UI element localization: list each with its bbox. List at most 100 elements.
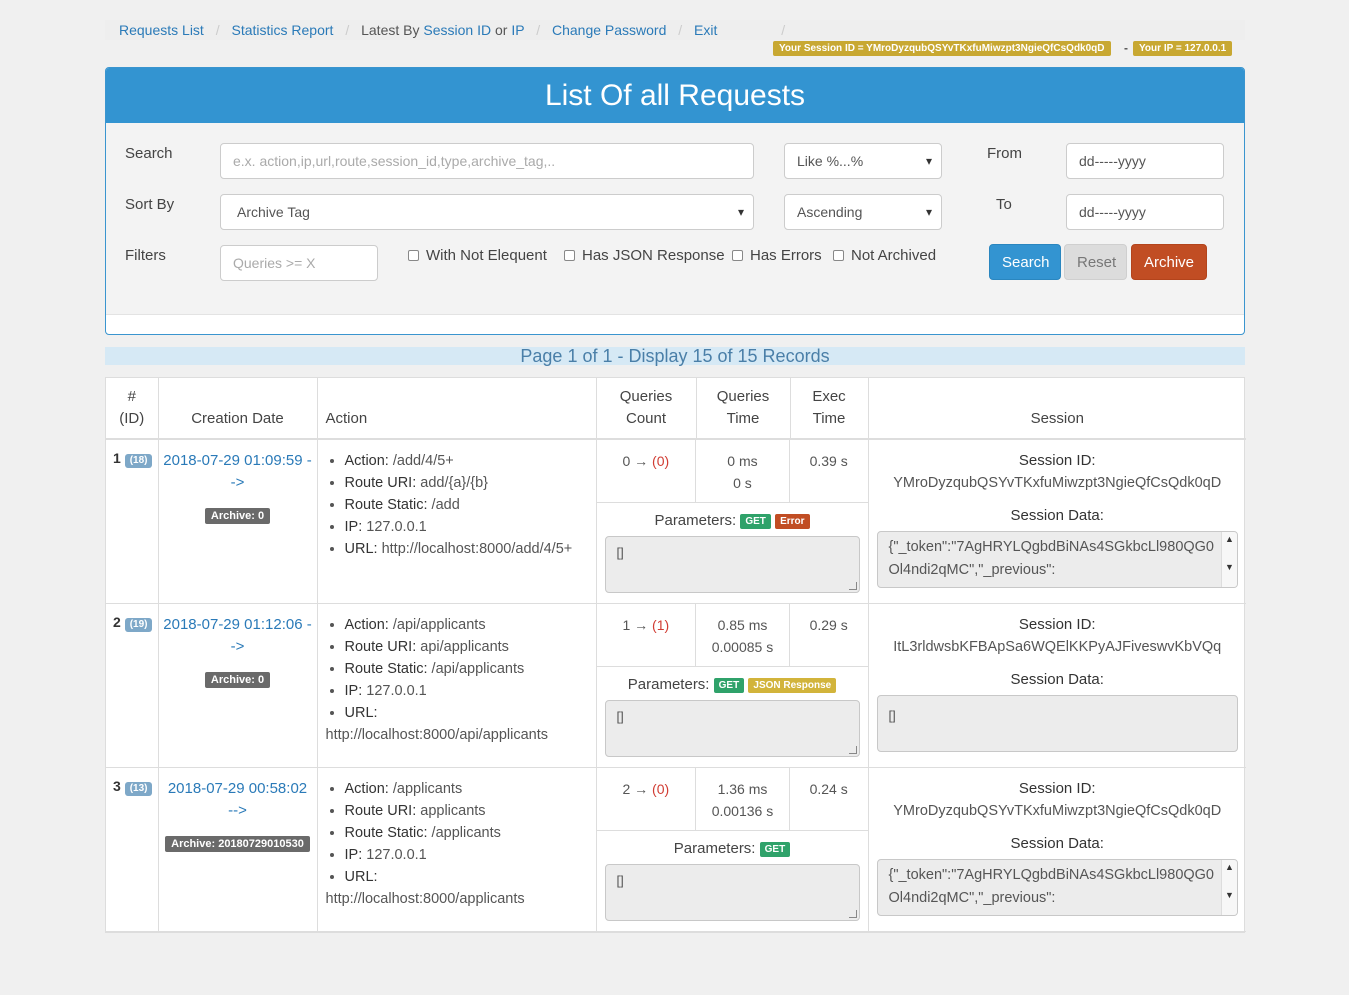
from-date-input[interactable]: dd-----yyyy — [1066, 143, 1224, 179]
row-number: 3 — [113, 778, 121, 794]
with-not-elequent-checkbox[interactable]: With Not Elequent — [408, 247, 547, 264]
method-tags: GET JSON Response — [713, 676, 837, 693]
parameters-block: Parameters: GET JSON Response [] — [597, 667, 868, 767]
session-data-textarea[interactable]: [] — [876, 695, 1238, 752]
order-select[interactable]: Ascending — [784, 194, 942, 230]
parameters-textarea[interactable]: [] — [604, 864, 860, 921]
parameters-textarea[interactable]: [] — [604, 700, 860, 757]
row-id-badge: (13) — [124, 782, 153, 796]
method-tag: GET — [759, 842, 791, 857]
ip-badge: Your IP = 127.0.0.1 — [1133, 41, 1233, 56]
exec-time: 0.24 s — [809, 781, 848, 797]
table-row: 3 (13) 2018-07-29 00:58:02 --> Archive: 2… — [106, 767, 1246, 932]
session-dash: - — [1124, 41, 1128, 55]
sort-by-select[interactable]: Archive Tag — [220, 194, 754, 230]
creation-date-link[interactable]: 2018-07-29 00:58:02 --> — [163, 778, 313, 822]
scroll-up-icon[interactable]: ▲ — [1225, 534, 1234, 544]
session-data-label: Session Data: — [1010, 671, 1104, 688]
method-tag: Error — [775, 514, 810, 529]
queries-time: 1.36 ms 0.00136 s — [696, 768, 790, 830]
queries-count: 1 → (1) — [597, 604, 697, 666]
sort-by-label: Sort By — [125, 196, 175, 213]
checkbox-box[interactable] — [564, 250, 575, 261]
method-tags: GET Error — [740, 512, 810, 529]
parameters-label: Parameters: — [673, 840, 756, 857]
session-header: Session — [868, 378, 1246, 440]
checkbox-box[interactable] — [732, 250, 743, 261]
table-row: 2 (19) 2018-07-29 01:12:06 - -> Archive: … — [106, 603, 1246, 768]
route-static-item: Route Static: /applicants — [345, 822, 596, 844]
parameters-label: Parameters: — [627, 676, 710, 693]
parameters-block: Parameters: GET [] — [597, 831, 868, 931]
requests-list-link[interactable]: Requests List — [119, 22, 204, 38]
queries-min-input[interactable]: Queries >= X — [220, 245, 378, 281]
row-id-cell: 1 (18) — [106, 439, 159, 604]
ip-item: IP: 127.0.0.1 — [345, 680, 596, 702]
url-item: URL: http://localhost:8000/applicants — [326, 866, 596, 910]
creation-date-link[interactable]: 2018-07-29 01:09:59 - -> — [163, 450, 313, 494]
row-id-cell: 2 (19) — [106, 603, 159, 768]
row-number: 2 — [113, 614, 121, 630]
ip-item: IP: 127.0.0.1 — [345, 844, 596, 866]
session-data-textarea[interactable]: {"_token":"7AgHRYLQgbdBiNAs4SGkbcLl980QG… — [876, 531, 1238, 588]
latest-by-session-link[interactable]: Session ID — [423, 22, 491, 38]
search-input[interactable]: e.x. action,ip,url,route,session_id,type… — [220, 143, 754, 179]
latest-by-ip-link[interactable]: IP — [511, 22, 524, 38]
has-errors-checkbox[interactable]: Has Errors — [732, 247, 822, 264]
search-form: Search e.x. action,ip,url,route,session_… — [106, 123, 1244, 315]
parameters-textarea[interactable]: [] — [604, 536, 860, 593]
scroll-down-icon[interactable]: ▼ — [1225, 890, 1234, 900]
creation-date-cell: 2018-07-29 01:09:59 - -> Archive: 0 — [158, 439, 318, 604]
latest-by-label: Latest By — [361, 22, 420, 38]
action-details: Action: /applicants Route URI: applicant… — [318, 768, 596, 910]
search-button[interactable]: Search — [989, 244, 1061, 280]
creation-date-cell: 2018-07-29 00:58:02 --> Archive: 20180729… — [158, 767, 318, 932]
reset-button[interactable]: Reset — [1064, 244, 1127, 280]
has-json-response-checkbox[interactable]: Has JSON Response — [564, 247, 725, 264]
archive-badge: Archive: 0 — [204, 508, 271, 524]
match-mode-select[interactable]: Like %...% — [784, 143, 942, 179]
ip-item: IP: 127.0.0.1 — [345, 516, 596, 538]
archive-badge: Archive: 20180729010530 — [165, 836, 310, 852]
scrollbar[interactable]: ▲ ▼ — [1221, 860, 1237, 915]
scroll-up-icon[interactable]: ▲ — [1225, 862, 1234, 872]
queries-metrics: 1 → (1) 0.85 ms 0.00085 s 0.29 s — [596, 604, 868, 667]
session-data-label: Session Data: — [1010, 507, 1104, 524]
archive-badge: Archive: 0 — [204, 672, 271, 688]
scroll-down-icon[interactable]: ▼ — [1225, 562, 1234, 572]
action-details: Action: /api/applicants Route URI: api/a… — [318, 604, 596, 746]
session-data-textarea[interactable]: {"_token":"7AgHRYLQgbdBiNAs4SGkbcLl980QG… — [876, 859, 1238, 916]
from-label: From — [987, 145, 1022, 162]
breadcrumb-separator: / — [215, 22, 220, 38]
creation-date-link[interactable]: 2018-07-29 01:12:06 - -> — [163, 614, 313, 658]
queries-count: 2 → (0) — [597, 768, 697, 830]
change-password-link[interactable]: Change Password — [552, 22, 666, 38]
session-id-label: Session ID: — [1018, 780, 1096, 797]
search-label: Search — [125, 145, 173, 162]
route-uri-item: Route URI: applicants — [345, 800, 596, 822]
scrollbar[interactable]: ▲ ▼ — [1221, 532, 1237, 587]
id-header: # (ID) — [106, 378, 159, 440]
exec-time: 0.39 s — [809, 453, 848, 469]
breadcrumb-separator: / — [536, 22, 541, 38]
session-id-badge: Your Session ID = YMroDyzqubQSYvTKxfuMiw… — [773, 41, 1111, 56]
row-id-badge: (19) — [124, 618, 153, 632]
breadcrumb-separator: / — [781, 22, 786, 38]
route-static-item: Route Static: /add — [345, 494, 596, 516]
checkbox-box[interactable] — [408, 250, 419, 261]
session-data-label: Session Data: — [1010, 835, 1104, 852]
queries-cell: 1 → (1) 0.85 ms 0.00085 s 0.29 s Paramete… — [596, 603, 869, 768]
not-archived-checkbox[interactable]: Not Archived — [833, 247, 936, 264]
to-date-input[interactable]: dd-----yyyy — [1066, 194, 1224, 230]
url-item: URL: http://localhost:8000/add/4/5+ — [345, 538, 596, 560]
statistics-report-link[interactable]: Statistics Report — [232, 22, 334, 38]
session-id-value: ItL3rldwsbKFBApSa6WQElKKPyAJFiveswvKbVQq — [893, 639, 1222, 655]
breadcrumb-separator: / — [678, 22, 683, 38]
exit-link[interactable]: Exit — [694, 22, 717, 38]
breadcrumb: Requests List / Statistics Report / Late… — [105, 20, 1245, 40]
archive-button[interactable]: Archive — [1131, 244, 1207, 280]
parameters-block: Parameters: GET Error [] — [597, 503, 868, 603]
checkbox-box[interactable] — [833, 250, 844, 261]
exec-time-header: Exec Time — [790, 378, 869, 440]
action-header: Action — [317, 378, 597, 440]
